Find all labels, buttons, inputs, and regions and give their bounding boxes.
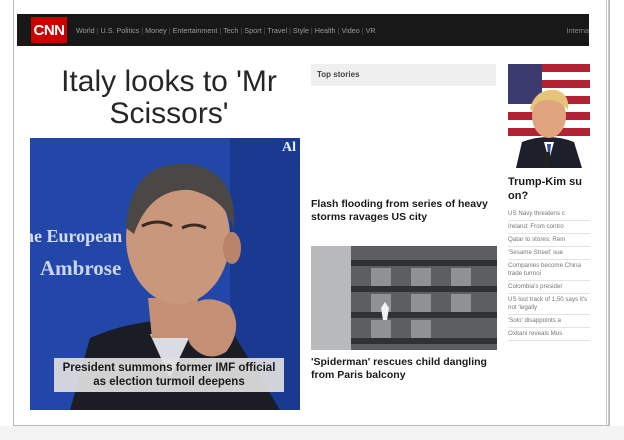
hero-background-text: Ambrose <box>40 256 122 280</box>
hero-caption[interactable]: President summons former IMF official as… <box>54 358 284 392</box>
nav-link-style[interactable]: Style <box>292 26 310 35</box>
list-item[interactable]: US lost track of 1,50 says it's not 'leg… <box>508 294 590 315</box>
list-item[interactable]: Qatar to stores: Rem <box>508 234 590 247</box>
nav-link-travel[interactable]: Travel <box>266 26 288 35</box>
cnn-logo[interactable]: CNN <box>31 17 67 43</box>
list-item[interactable]: US Navy threatens c <box>508 208 590 221</box>
nav-links: World | U.S. Politics | Money | Entertainme… <box>75 14 377 46</box>
nav-link-entertainment[interactable]: Entertainment <box>172 26 219 35</box>
list-item[interactable]: 'Solo' disappoints a <box>508 315 590 328</box>
browser-frame: CNN World | U.S. Politics | Money | Enterta… <box>13 0 610 426</box>
nav-link-tech[interactable]: Tech <box>222 26 239 35</box>
list-item[interactable]: Ireland: From contro <box>508 221 590 234</box>
story-link[interactable]: 'Spiderman' rescues child dangling from … <box>311 356 499 382</box>
page-bottom-strip <box>0 426 624 440</box>
nav-link-health[interactable]: Health <box>314 26 337 35</box>
building-photo <box>311 246 497 350</box>
right-column-image[interactable] <box>508 64 590 168</box>
list-item[interactable]: 'Sesame Street' sue <box>508 247 590 260</box>
list-item[interactable]: Colombia's presider <box>508 281 590 294</box>
nav-link-video[interactable]: Video <box>340 26 360 35</box>
nav-link-international[interactable]: Interna <box>567 14 589 46</box>
hero-image[interactable]: he European Ambrose Al President summons… <box>30 138 300 410</box>
hero-background-text: Al <box>282 140 296 155</box>
nav-link-us-politics[interactable]: U.S. Politics <box>100 26 141 35</box>
nav-link-money[interactable]: Money <box>144 26 168 35</box>
list-item[interactable]: Companies become China trade turmoi <box>508 260 590 281</box>
top-nav-bar: CNN World | U.S. Politics | Money | Enterta… <box>17 14 589 46</box>
flag-portrait-photo <box>508 64 590 168</box>
nav-link-vr[interactable]: VR <box>365 26 377 35</box>
main-headline[interactable]: Italy looks to 'Mr Scissors' <box>29 66 309 130</box>
right-column-headline[interactable]: Trump-Kim su on? <box>508 175 590 203</box>
story-link[interactable]: Flash flooding from series of heavy stor… <box>311 198 499 224</box>
story-image[interactable] <box>311 246 497 350</box>
list-item[interactable]: Oxitani reveals Mus <box>508 328 590 341</box>
right-column-list: US Navy threatens c Ireland: From contro… <box>508 208 590 341</box>
hero-background-text: he European <box>30 226 123 246</box>
nav-link-world[interactable]: World <box>75 26 96 35</box>
nav-link-sport[interactable]: Sport <box>243 26 262 35</box>
top-stories-header: Top stories <box>311 64 496 86</box>
